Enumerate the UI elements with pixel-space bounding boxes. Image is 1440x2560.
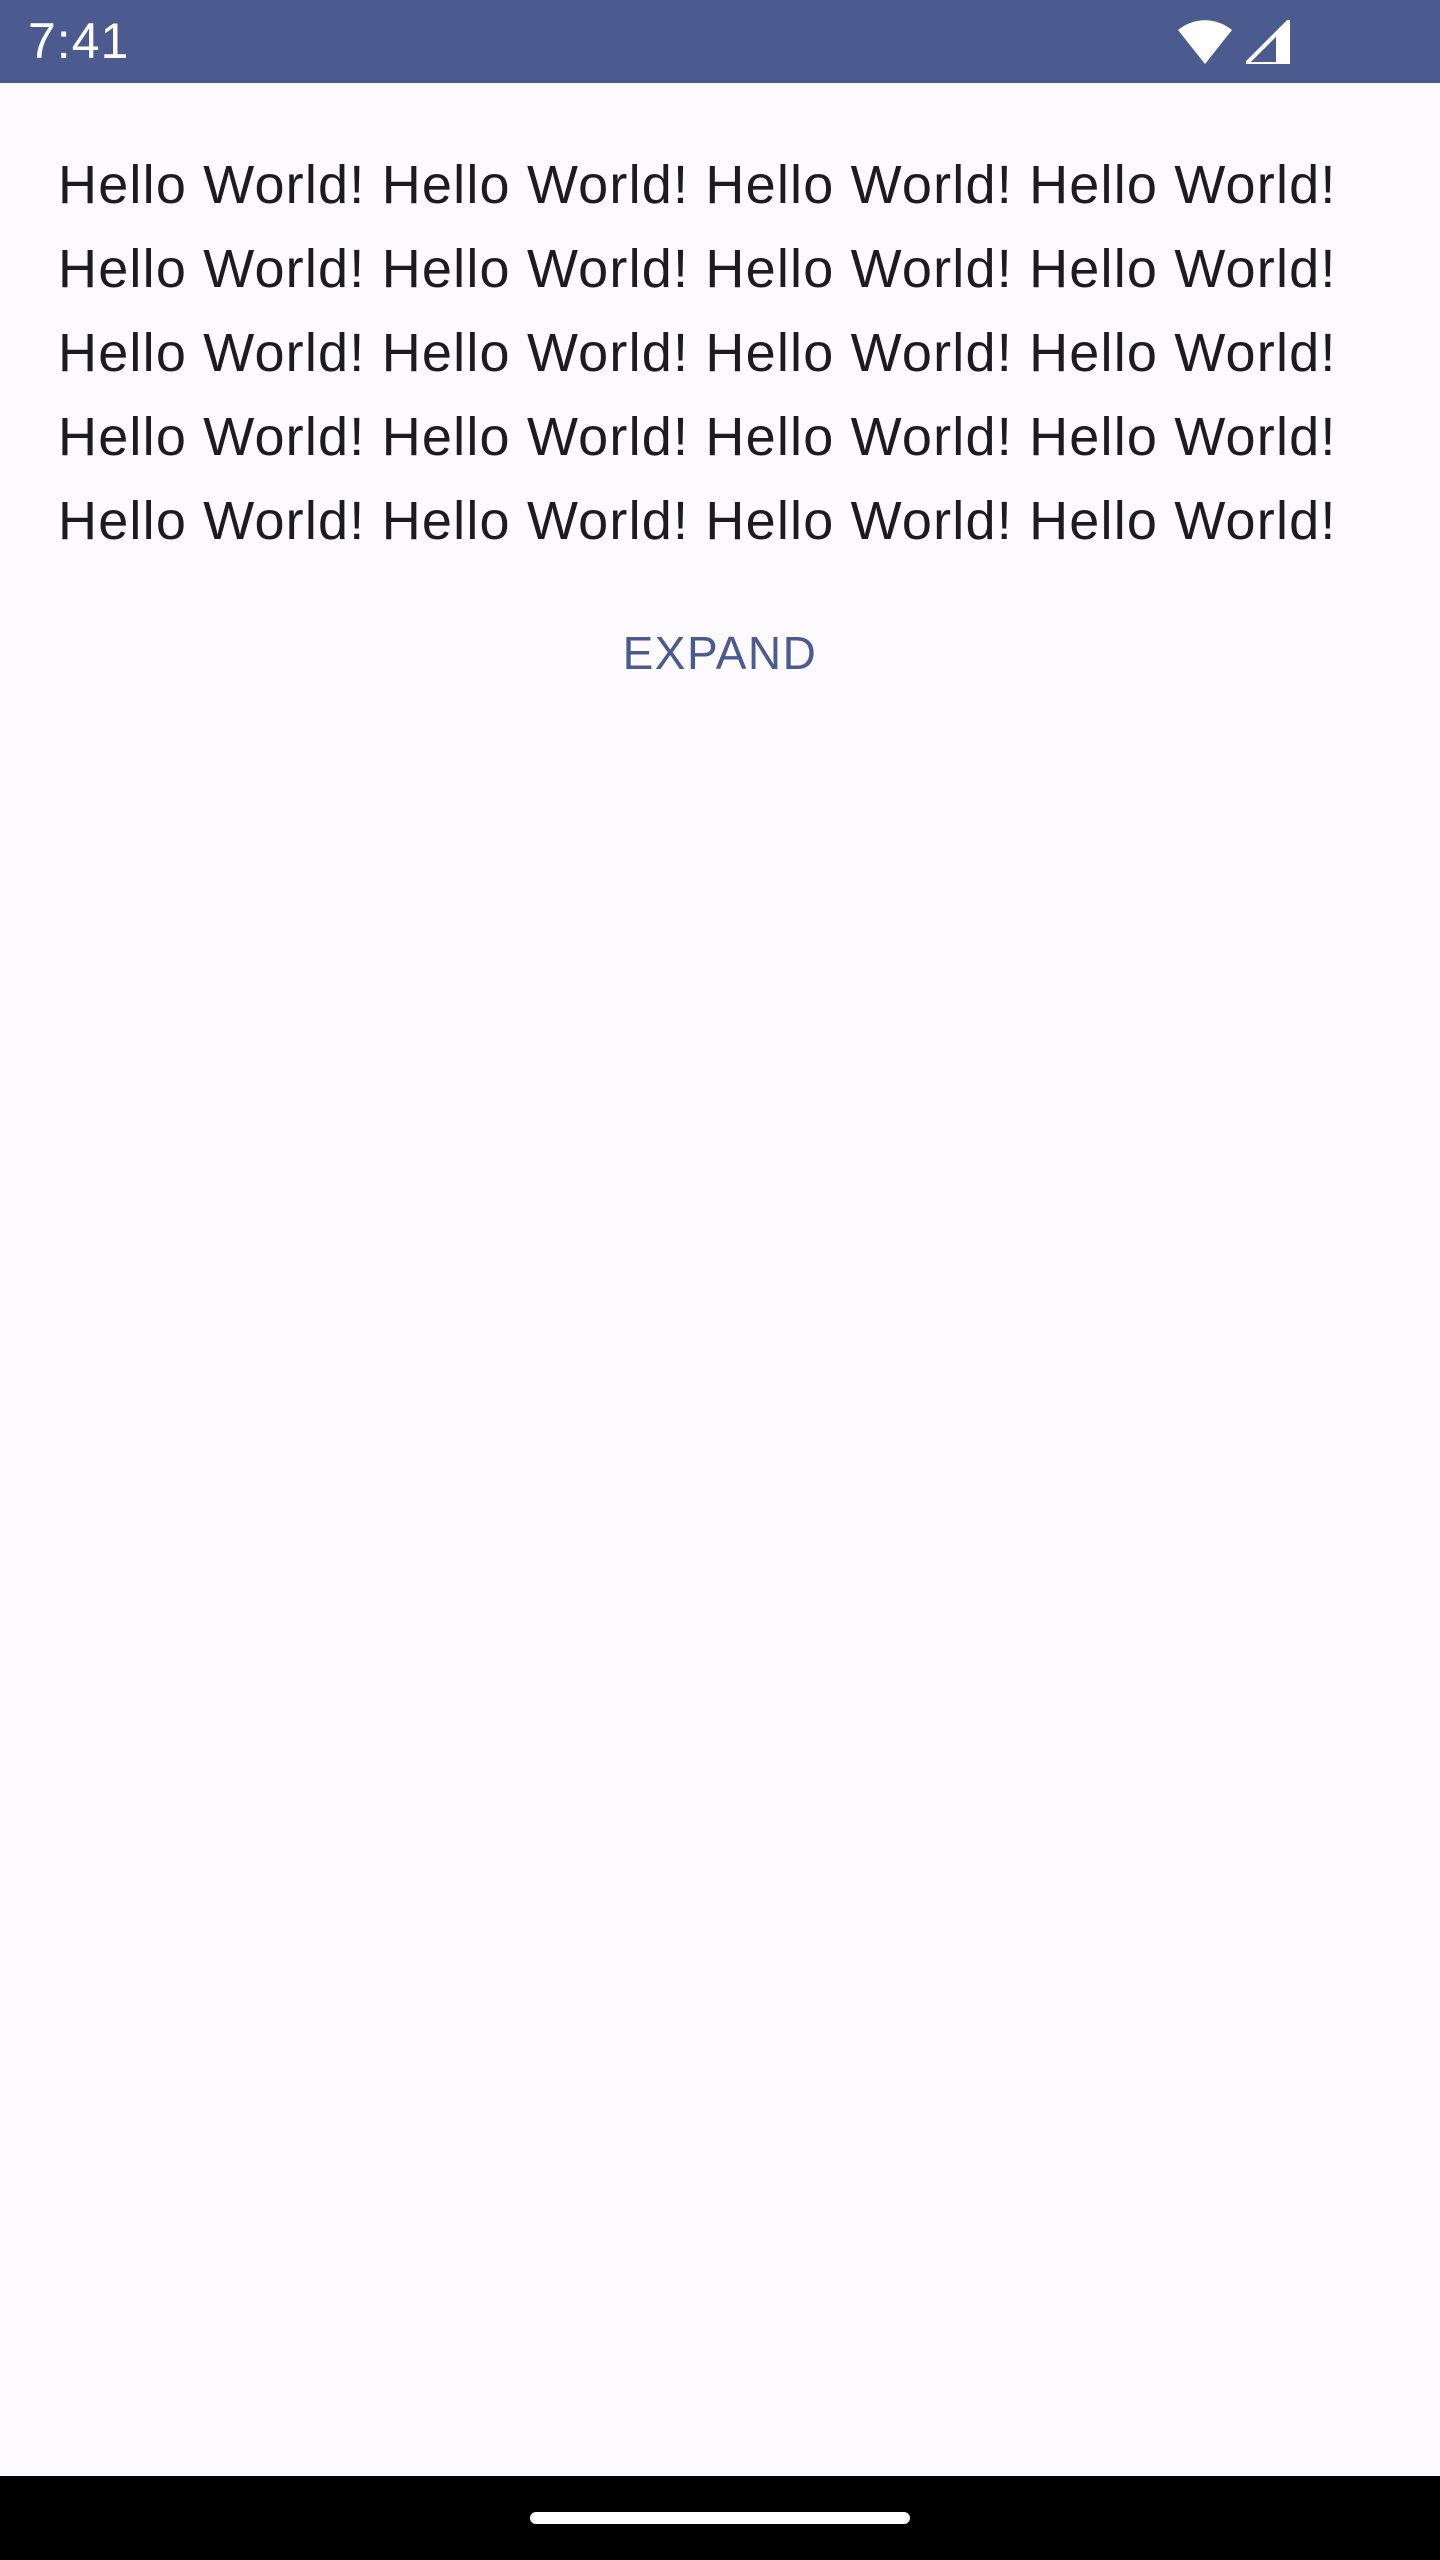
expand-button[interactable]: EXPAND bbox=[560, 598, 880, 708]
expandable-text: Hello World! Hello World! Hello World! H… bbox=[58, 155, 1337, 551]
status-icons bbox=[1178, 18, 1290, 66]
cell-signal-icon bbox=[1246, 20, 1290, 64]
status-time: 7:41 bbox=[28, 13, 130, 69]
status-bar: 7:41 bbox=[0, 0, 1440, 83]
home-gesture-handle[interactable] bbox=[530, 2512, 910, 2524]
navigation-bar bbox=[0, 2476, 1440, 2560]
wifi-icon bbox=[1178, 20, 1232, 64]
main-content: Hello World! Hello World! Hello World! H… bbox=[0, 83, 1440, 2476]
